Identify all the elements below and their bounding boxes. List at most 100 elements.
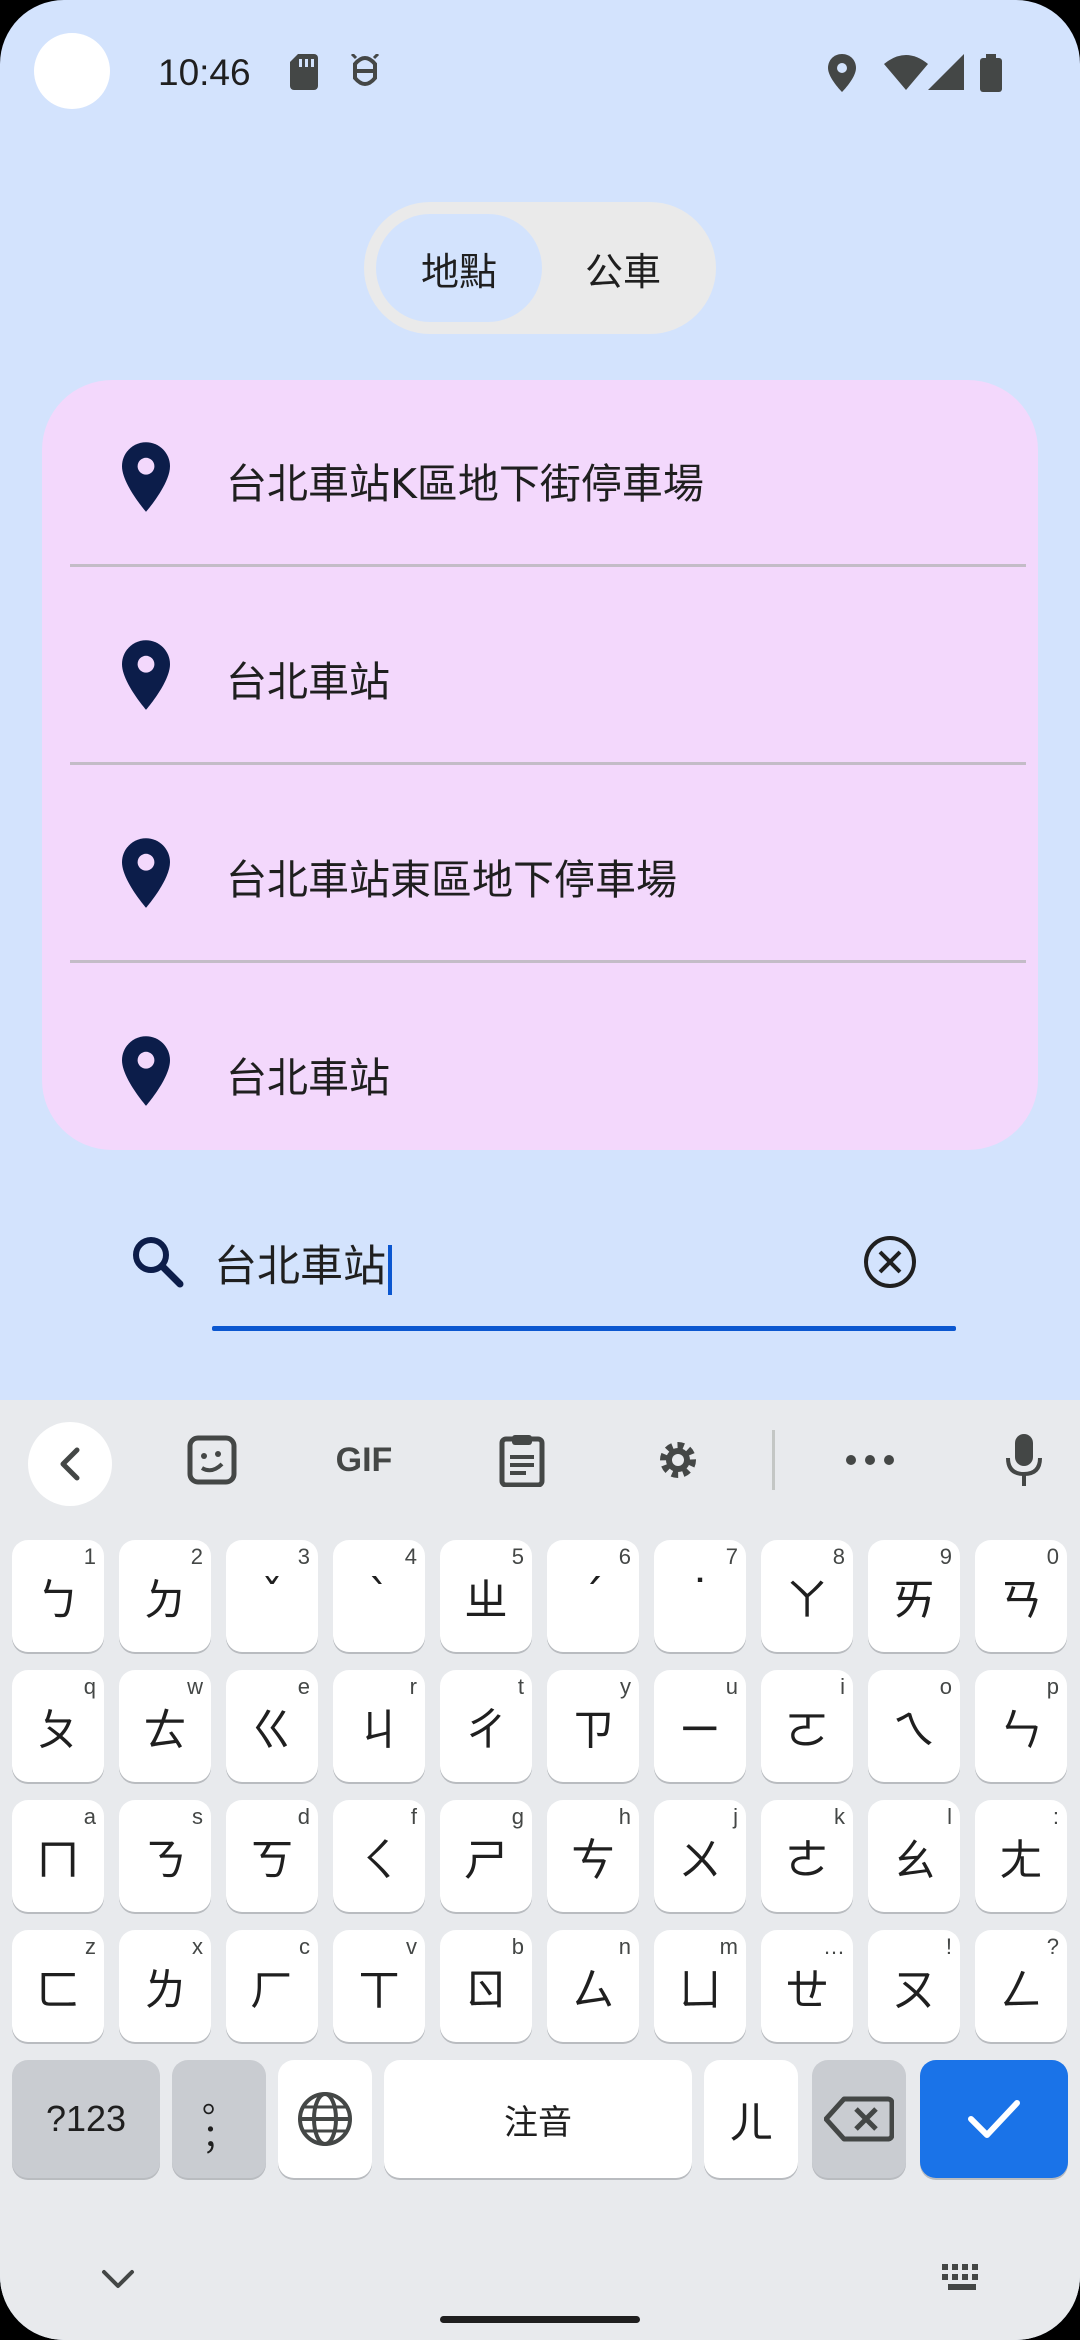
key[interactable]: ㄇa	[12, 1800, 104, 1912]
status-time: 10:46	[158, 52, 251, 93]
key[interactable]: ㄈz	[12, 1930, 104, 2042]
key[interactable]: ˋ4	[333, 1540, 425, 1652]
key-char: ㄈ	[36, 1965, 80, 2016]
sticker-button[interactable]	[180, 1428, 244, 1492]
key[interactable]: ㄞ9	[868, 1540, 960, 1652]
key-hint: q	[83, 1674, 96, 1699]
key-char: ㄐ	[357, 1705, 401, 1756]
key[interactable]: ㄍe	[226, 1670, 318, 1782]
keyboard: GIF ㄅ1 ㄉ2 ˇ3 ˋ4 ㄓ5 ˊ6 ˙ 7 ㄚ8 ㄞ9 ㄢ0 ㄆq ㄊ …	[0, 1400, 1080, 2340]
key[interactable]: ㄊw	[119, 1670, 211, 1782]
key[interactable]: ㄠl	[868, 1800, 960, 1912]
gif-button[interactable]: GIF	[326, 1428, 402, 1492]
clear-icon[interactable]	[862, 1234, 918, 1290]
er-key[interactable]: ㄦ	[704, 2060, 798, 2178]
key[interactable]: ㄣp	[975, 1670, 1067, 1782]
key[interactable]: ㄟo	[868, 1670, 960, 1782]
key-char: ㄎ	[250, 1835, 294, 1886]
tab-bus[interactable]: 公車	[542, 214, 704, 322]
key[interactable]: ㄋs	[119, 1800, 211, 1912]
location-pin-icon	[122, 1036, 170, 1106]
location-icon	[828, 54, 856, 92]
key[interactable]: ㄎd	[226, 1800, 318, 1912]
key-char: ㄔ	[464, 1705, 508, 1756]
result-item[interactable]: 台北車站K區地下街停車場	[42, 380, 1038, 578]
result-item[interactable]: 台北車站	[42, 974, 1038, 1150]
key[interactable]: ㄏc	[226, 1930, 318, 2042]
backspace-key[interactable]	[812, 2060, 906, 2178]
key-hint: j	[733, 1804, 738, 1829]
key[interactable]: ㄙn	[547, 1930, 639, 2042]
key[interactable]: ㄝ…	[761, 1930, 853, 2042]
keyboard-switch-icon[interactable]	[940, 2262, 986, 2294]
key-hint: w	[187, 1674, 203, 1699]
key[interactable]: ㄥ?	[975, 1930, 1067, 2042]
result-item[interactable]: 台北車站	[42, 578, 1038, 776]
key-char: ㄘ	[571, 1835, 615, 1886]
key[interactable]: ˙ 7	[654, 1540, 746, 1652]
key[interactable]: ㄆq	[12, 1670, 104, 1782]
home-indicator[interactable]	[440, 2316, 640, 2323]
gear-icon	[660, 1442, 696, 1478]
language-switch-key[interactable]	[278, 2060, 372, 2178]
settings-button[interactable]	[650, 1428, 706, 1492]
key-hint: h	[618, 1804, 631, 1829]
punctuation-key[interactable]: 。 ；	[172, 2060, 266, 2178]
key[interactable]: ㄨj	[654, 1800, 746, 1912]
key[interactable]: ㄑf	[333, 1800, 425, 1912]
search-input[interactable]: 台北車站	[214, 1232, 392, 1295]
screen: 10:46 地點 公車 台北車站K區地下街停車場 台北車站 台北車站東區地下停車…	[0, 0, 1080, 2340]
key-char: ㄑ	[357, 1835, 401, 1886]
enter-key[interactable]	[920, 2060, 1068, 2178]
key[interactable]: ㄕg	[440, 1800, 532, 1912]
key[interactable]: ㄢ0	[975, 1540, 1067, 1652]
key[interactable]: ㄖb	[440, 1930, 532, 2042]
space-key[interactable]: 注音	[384, 2060, 692, 2178]
key[interactable]: ㄗy	[547, 1670, 639, 1782]
key[interactable]: ㄧu	[654, 1670, 746, 1782]
key-char: ㄆ	[36, 1705, 80, 1756]
key-char: ㄜ	[785, 1835, 829, 1886]
symbols-key[interactable]: ?123	[12, 2060, 160, 2178]
key-hint: g	[511, 1804, 524, 1829]
key-hint: z	[85, 1934, 96, 1959]
key[interactable]: ㄩm	[654, 1930, 746, 2042]
result-label: 台北車站K區地下街停車場	[226, 460, 704, 508]
key-hint: i	[840, 1674, 845, 1699]
hide-keyboard-icon[interactable]	[98, 2268, 138, 2292]
key-char: ㄌ	[143, 1965, 187, 2016]
key-char: ㄋ	[143, 1835, 187, 1886]
key[interactable]: ㄡ!	[868, 1930, 960, 2042]
key[interactable]: ㄘh	[547, 1800, 639, 1912]
key[interactable]: ㄓ5	[440, 1540, 532, 1652]
key[interactable]: ㄉ2	[119, 1540, 211, 1652]
search-input-value: 台北車站	[214, 1242, 386, 1292]
key[interactable]: ˊ6	[547, 1540, 639, 1652]
key-hint: n	[618, 1934, 631, 1959]
tab-switcher: 地點 公車	[364, 202, 716, 334]
key[interactable]: ㄤ:	[975, 1800, 1067, 1912]
key-char: ㄓ	[464, 1575, 508, 1626]
key[interactable]: ㄌx	[119, 1930, 211, 2042]
result-item[interactable]: 台北車站東區地下停車場	[42, 776, 1038, 974]
key-hint: ?	[1046, 1934, 1059, 1959]
key[interactable]: ㄚ8	[761, 1540, 853, 1652]
key[interactable]: ˇ3	[226, 1540, 318, 1652]
more-button[interactable]	[842, 1428, 898, 1492]
key-char: ㄞ	[892, 1575, 936, 1626]
key-hint: s	[192, 1804, 203, 1829]
tab-places[interactable]: 地點	[376, 214, 542, 322]
key[interactable]: ㄒv	[333, 1930, 425, 2042]
key[interactable]: ㄐr	[333, 1670, 425, 1782]
key[interactable]: ㄜk	[761, 1800, 853, 1912]
key-char: ˊ	[582, 1570, 604, 1622]
voice-input-button[interactable]	[1002, 1428, 1046, 1492]
key-hint: :	[1052, 1804, 1059, 1829]
key-hint: 7	[725, 1544, 738, 1569]
collapse-toolbar-button[interactable]	[28, 1422, 112, 1506]
key[interactable]: ㄔt	[440, 1670, 532, 1782]
key-hint: v	[406, 1934, 417, 1959]
key[interactable]: ㄅ1	[12, 1540, 104, 1652]
key[interactable]: ㄛi	[761, 1670, 853, 1782]
clipboard-button[interactable]	[494, 1428, 550, 1492]
